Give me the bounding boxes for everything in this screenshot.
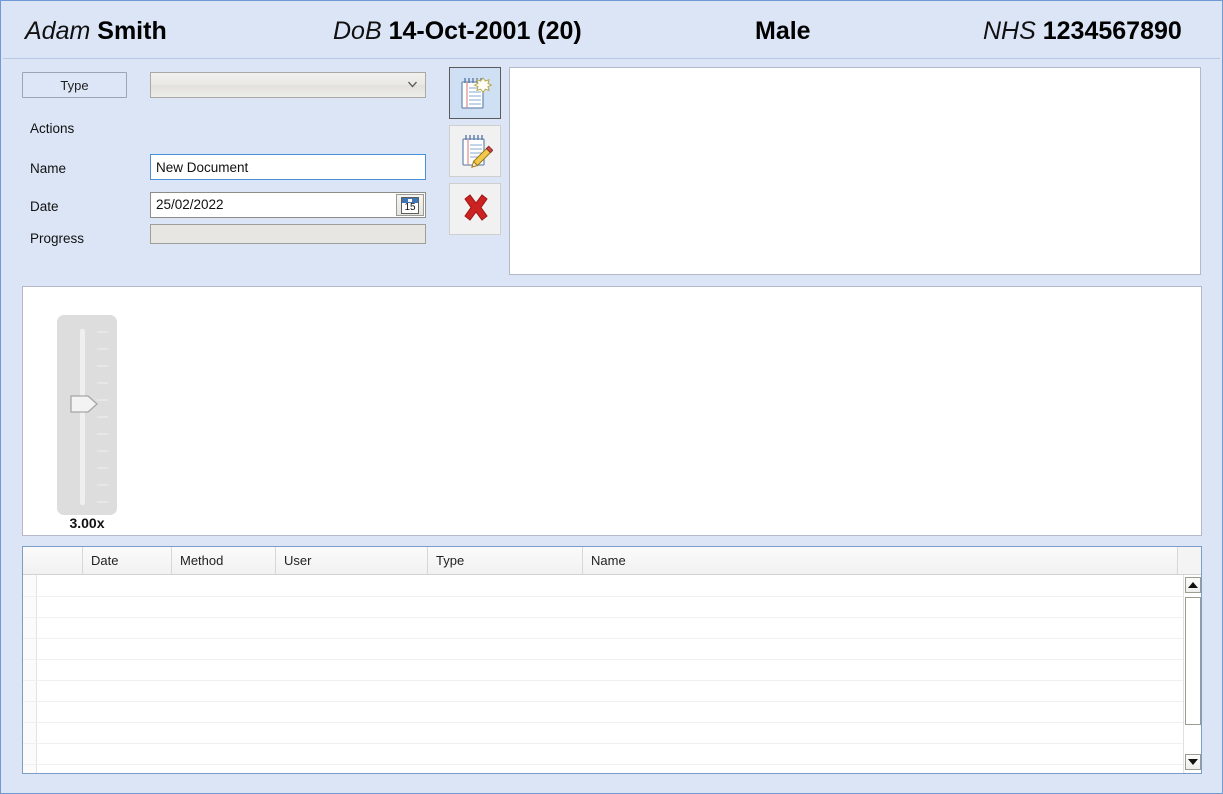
- document-type-select[interactable]: [150, 72, 426, 98]
- calendar-icon-day: 15: [404, 202, 416, 213]
- name-label: Name: [30, 161, 67, 176]
- delete-icon: [464, 194, 488, 221]
- progress-label: Progress: [30, 231, 85, 246]
- grid-header-row: Date Method User Type Name: [23, 547, 1201, 575]
- date-input[interactable]: 25/02/2022 15: [150, 192, 426, 218]
- name-input[interactable]: [150, 154, 426, 180]
- scroll-up-button[interactable]: [1185, 577, 1201, 593]
- patient-nhs-value: 1234567890: [1042, 17, 1182, 45]
- edit-document-icon: [462, 135, 493, 168]
- caret-up-icon: [1188, 582, 1198, 588]
- date-picker-button[interactable]: 15: [396, 194, 424, 216]
- patient-nhs-label: NHS: [983, 17, 1036, 45]
- patient-gender: Male: [755, 3, 811, 59]
- zoom-level-value: 3.00x: [69, 515, 105, 531]
- zoom-slider-track: [80, 329, 85, 505]
- edit-document-button[interactable]: [449, 125, 501, 177]
- patient-dob-value: 14-Oct-2001 (20): [388, 17, 582, 45]
- patient-dob: DoB 14-Oct-2001 (20): [333, 3, 582, 59]
- date-value: 25/02/2022: [156, 197, 224, 212]
- patient-dob-label: DoB: [333, 17, 382, 45]
- date-label: Date: [30, 199, 59, 214]
- zoom-slider[interactable]: [57, 315, 117, 515]
- chevron-down-icon: [408, 80, 417, 89]
- scroll-down-button[interactable]: [1185, 754, 1201, 770]
- scrollbar-thumb[interactable]: [1185, 597, 1201, 725]
- action-button-group: [449, 67, 505, 237]
- document-form: Type Actions Name Date 25/02/2022 15 Pro…: [17, 63, 497, 278]
- calendar-icon: 15: [401, 197, 419, 214]
- type-button[interactable]: Type: [22, 72, 127, 98]
- grid-column-header[interactable]: Method: [172, 547, 276, 574]
- actions-label: Actions: [30, 121, 75, 136]
- patient-name: Adam Smith: [25, 3, 167, 59]
- new-document-button[interactable]: [449, 67, 501, 119]
- delete-document-button[interactable]: [449, 183, 501, 235]
- grid-column-header[interactable]: [23, 547, 83, 574]
- grid-body[interactable]: [23, 575, 1201, 773]
- new-document-icon: [461, 77, 493, 109]
- grid-vertical-scrollbar[interactable]: [1183, 575, 1201, 773]
- patient-nhs-number: NHS 1234567890: [983, 3, 1182, 59]
- patient-header-banner: Adam Smith DoB 14-Oct-2001 (20) Male NHS…: [3, 3, 1220, 59]
- document-viewer-panel[interactable]: 3.00x: [22, 286, 1202, 536]
- grid-column-header[interactable]: Type: [428, 547, 583, 574]
- caret-down-icon: [1188, 759, 1198, 765]
- application-window: Adam Smith DoB 14-Oct-2001 (20) Male NHS…: [0, 0, 1223, 794]
- grid-column-header[interactable]: Date: [83, 547, 172, 574]
- patient-first-name: Adam: [25, 17, 91, 45]
- grid-column-header[interactable]: User: [276, 547, 428, 574]
- progress-bar: [150, 224, 426, 244]
- document-list-panel[interactable]: [509, 67, 1201, 275]
- grid-column-header[interactable]: Name: [583, 547, 1178, 574]
- grid-empty-rows: [23, 575, 1201, 773]
- document-history-grid[interactable]: Date Method User Type Name: [22, 546, 1202, 774]
- patient-last-name: Smith: [97, 17, 167, 45]
- patient-gender-value: Male: [755, 17, 811, 45]
- zoom-slider-ticks: [97, 331, 109, 505]
- zoom-slider-thumb[interactable]: [70, 393, 99, 415]
